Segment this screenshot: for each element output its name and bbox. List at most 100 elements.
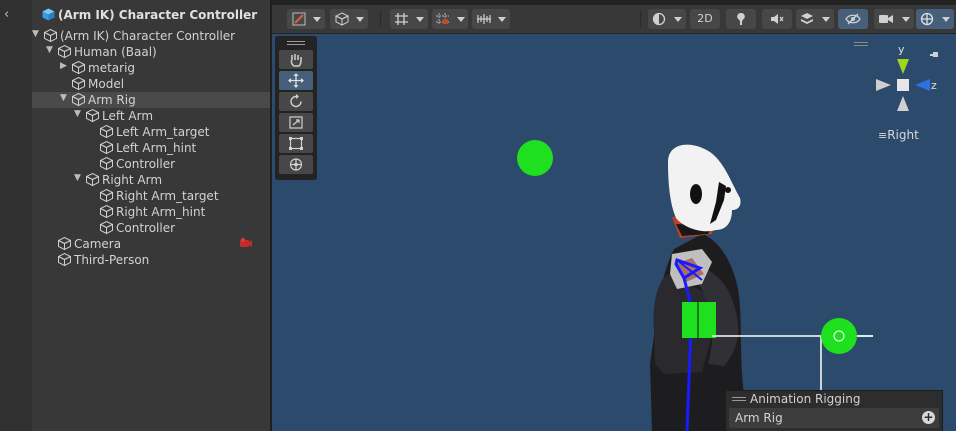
- hierarchy-item-label: Human (Baal): [74, 45, 157, 59]
- gizmo-z-label: z: [931, 79, 937, 92]
- audio-icon: [771, 14, 784, 24]
- hierarchy-item[interactable]: ▼ (Arm IK) Character Controller: [32, 28, 270, 44]
- scene-toolbar: 2D: [272, 5, 956, 34]
- increment-snap-button[interactable]: [432, 9, 468, 29]
- hierarchy-item-label: metarig: [88, 61, 136, 75]
- effects-icon: [801, 13, 813, 24]
- expand-arrow-icon[interactable]: ▼: [32, 29, 42, 39]
- chevron-down-icon: [313, 17, 321, 22]
- scale-tool[interactable]: [279, 113, 313, 132]
- scene-menu-icon[interactable]: [854, 42, 868, 43]
- add-icon[interactable]: +: [922, 411, 935, 424]
- hierarchy-item-label: Right Arm: [102, 173, 163, 187]
- hierarchy-item-label: Left Arm_target: [116, 125, 210, 139]
- toolbar-separator: [380, 11, 381, 27]
- scene-view[interactable]: 2D y z ≡Right Animation Rigging Arm Rig …: [272, 0, 956, 431]
- gameobject-cube-icon: [57, 44, 72, 59]
- hierarchy-scene-header[interactable]: ‹ (Arm IK) Character Controller: [0, 6, 270, 26]
- rig-field[interactable]: Arm Rig +: [729, 408, 939, 428]
- hierarchy-item[interactable]: ▼ Arm Rig: [32, 92, 270, 108]
- hierarchy-item[interactable]: Left Arm_hint: [32, 140, 270, 156]
- ruler-button[interactable]: [472, 9, 510, 29]
- gameobject-cube-icon: [99, 204, 114, 219]
- view-label[interactable]: ≡Right: [878, 128, 919, 142]
- grip-icon[interactable]: [287, 41, 305, 42]
- rig-field-value: Arm Rig: [735, 411, 783, 425]
- hierarchy-item[interactable]: Camera: [32, 236, 270, 252]
- hand-tool[interactable]: [279, 50, 313, 69]
- overlay-title: Animation Rigging: [750, 392, 861, 406]
- expand-arrow-icon[interactable]: ▼: [46, 45, 56, 55]
- hierarchy-item-label: Third-Person: [74, 253, 150, 267]
- scene-cube-icon: [42, 8, 55, 21]
- animation-rigging-overlay: Animation Rigging Arm Rig +: [725, 390, 943, 431]
- hierarchy-item-label: Left Arm: [102, 109, 154, 123]
- hierarchy-gutter: [0, 0, 32, 431]
- scene-title: (Arm IK) Character Controller: [58, 8, 258, 22]
- transform-tool[interactable]: [279, 155, 313, 174]
- hierarchy-item[interactable]: Third-Person: [32, 252, 270, 268]
- lighting-button[interactable]: [726, 9, 756, 29]
- expand-arrow-icon[interactable]: ▼: [74, 173, 84, 183]
- gameobject-cube-icon: [99, 220, 114, 235]
- expand-arrow-icon[interactable]: ▼: [60, 93, 70, 103]
- gameobject-cube-icon: [85, 172, 100, 187]
- hierarchy-panel: ‹ (Arm IK) Character Controller ▼ (Arm IK…: [0, 0, 270, 431]
- rotate-tool[interactable]: [279, 92, 313, 111]
- camera-settings-button[interactable]: [874, 9, 914, 29]
- hierarchy-item[interactable]: ▼ Left Arm: [32, 108, 270, 124]
- hierarchy-item-label: Right Arm_target: [116, 189, 219, 203]
- gameobject-cube-icon: [99, 124, 114, 139]
- cube-icon: [335, 12, 349, 26]
- grip-icon[interactable]: [732, 397, 746, 398]
- hierarchy-item[interactable]: Model: [32, 76, 270, 92]
- chevron-left-icon[interactable]: ‹: [4, 7, 9, 22]
- hierarchy-item[interactable]: Controller: [32, 220, 270, 236]
- hierarchy-item[interactable]: ▼ Human (Baal): [32, 44, 270, 60]
- scene-viewport[interactable]: [272, 34, 956, 431]
- move-tool[interactable]: [279, 71, 313, 90]
- hand-icon: [290, 54, 302, 67]
- gameobject-cube-icon: [99, 140, 114, 155]
- gameobject-cube-icon: [43, 28, 58, 43]
- visibility-button[interactable]: [838, 9, 868, 29]
- collapse-arrow-icon[interactable]: ▶: [60, 61, 70, 71]
- hierarchy-item[interactable]: Right Arm_hint: [32, 204, 270, 220]
- transform-tool-button[interactable]: [287, 9, 325, 29]
- hierarchy-item[interactable]: Controller: [32, 156, 270, 172]
- left-arm-target-handle[interactable]: [517, 140, 553, 176]
- character-model[interactable]: [650, 144, 747, 431]
- rect-tool[interactable]: [279, 134, 313, 153]
- ruler-icon: [477, 14, 491, 24]
- grid-snap-icon: [395, 13, 408, 25]
- axis-gizmo-icon[interactable]: [868, 40, 954, 120]
- view-name: Right: [887, 128, 919, 142]
- hierarchy-item-label: Controller: [116, 157, 176, 171]
- hierarchy-item[interactable]: Left Arm_target: [32, 124, 270, 140]
- audio-button[interactable]: [762, 9, 792, 29]
- rotate-icon: [290, 94, 302, 108]
- hierarchy-item[interactable]: ▼ Right Arm: [32, 172, 270, 188]
- visibility-icon: [845, 13, 861, 25]
- transform-tool-icon: [292, 12, 306, 26]
- orientation-gizmo[interactable]: y z ≡Right: [868, 40, 954, 150]
- mode-2d-button[interactable]: 2D: [690, 9, 720, 29]
- transform-icon: [289, 158, 303, 171]
- chevron-down-icon: [902, 17, 910, 22]
- scale-icon: [289, 116, 303, 129]
- hierarchy-item[interactable]: Right Arm_target: [32, 188, 270, 204]
- chevron-down-icon: [822, 17, 830, 22]
- lighting-icon: [737, 13, 745, 25]
- effects-button[interactable]: [796, 9, 834, 29]
- gizmos-button[interactable]: [916, 9, 954, 29]
- right-arm-hint-handle[interactable]: [821, 318, 857, 354]
- pivot-button[interactable]: [330, 9, 368, 29]
- chevron-down-icon: [416, 17, 424, 22]
- tool-palette: [275, 36, 317, 180]
- expand-arrow-icon[interactable]: ▼: [74, 109, 84, 119]
- camera-icon: [240, 238, 252, 247]
- grid-snap-button[interactable]: [390, 9, 428, 29]
- camera-settings-icon: [879, 15, 893, 23]
- hierarchy-item[interactable]: ▶ metarig: [32, 60, 270, 76]
- shading-mode-button[interactable]: [648, 9, 686, 29]
